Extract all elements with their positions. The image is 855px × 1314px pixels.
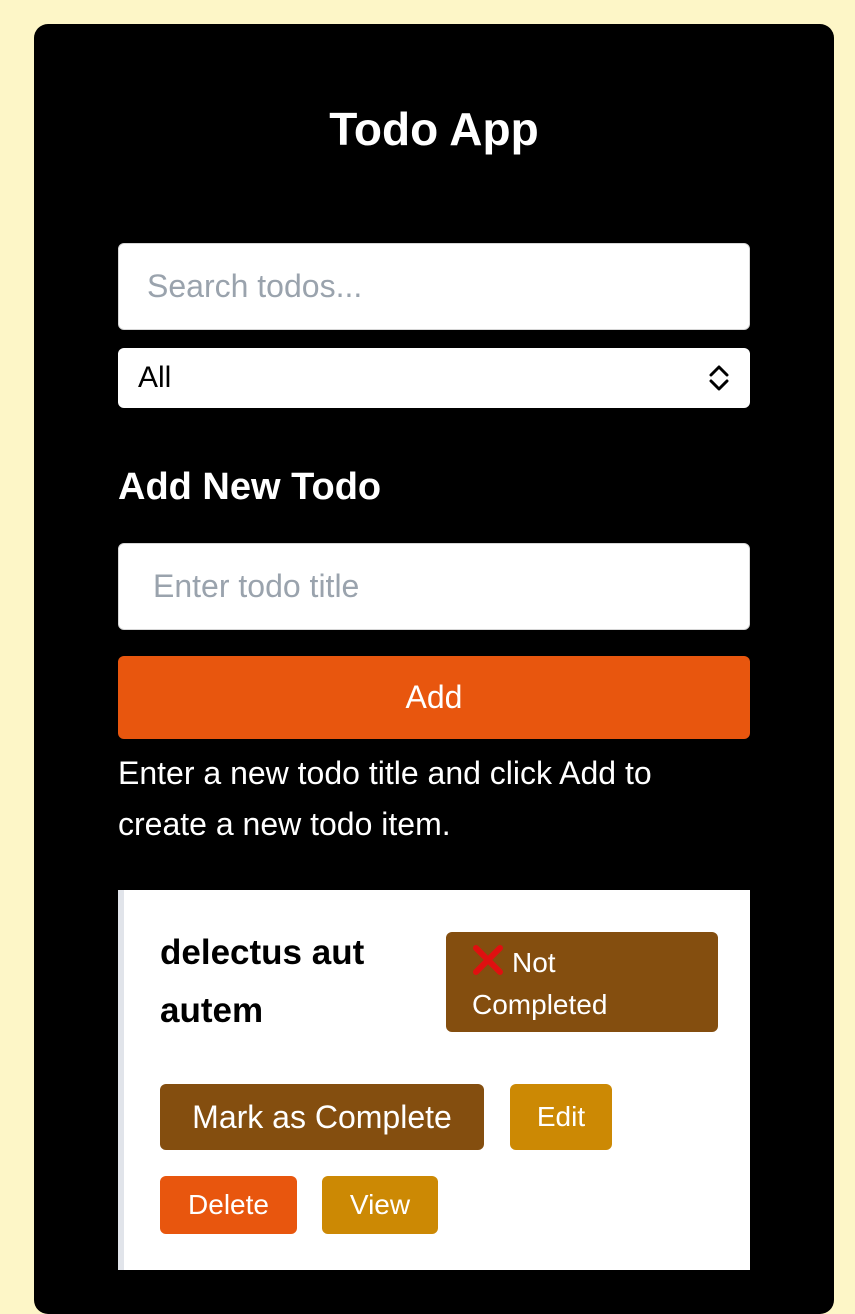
view-button[interactable]: View	[322, 1176, 438, 1234]
edit-button[interactable]: Edit	[510, 1084, 612, 1150]
todo-card: delectus aut autem Not Completed Mark as…	[118, 890, 750, 1270]
delete-button[interactable]: Delete	[160, 1176, 297, 1234]
add-todo-heading: Add New Todo	[118, 466, 382, 508]
todo-title: delectus aut autem	[160, 933, 365, 1030]
chevron-updown-icon	[709, 365, 729, 391]
todo-app-container: Todo App All Add New Todo Add Enter a ne…	[34, 24, 834, 1314]
add-button[interactable]: Add	[118, 656, 750, 739]
mark-complete-button[interactable]: Mark as Complete	[160, 1084, 484, 1150]
todo-title-input[interactable]	[118, 543, 750, 630]
page-title: Todo App	[329, 103, 539, 155]
x-icon	[473, 945, 503, 975]
filter-select[interactable]: All	[118, 348, 750, 408]
status-badge: Not Completed	[446, 932, 718, 1032]
search-input[interactable]	[118, 243, 750, 330]
filter-selected-value: All	[138, 361, 172, 394]
add-hint-text: Enter a new todo title and click Add to …	[118, 755, 652, 842]
